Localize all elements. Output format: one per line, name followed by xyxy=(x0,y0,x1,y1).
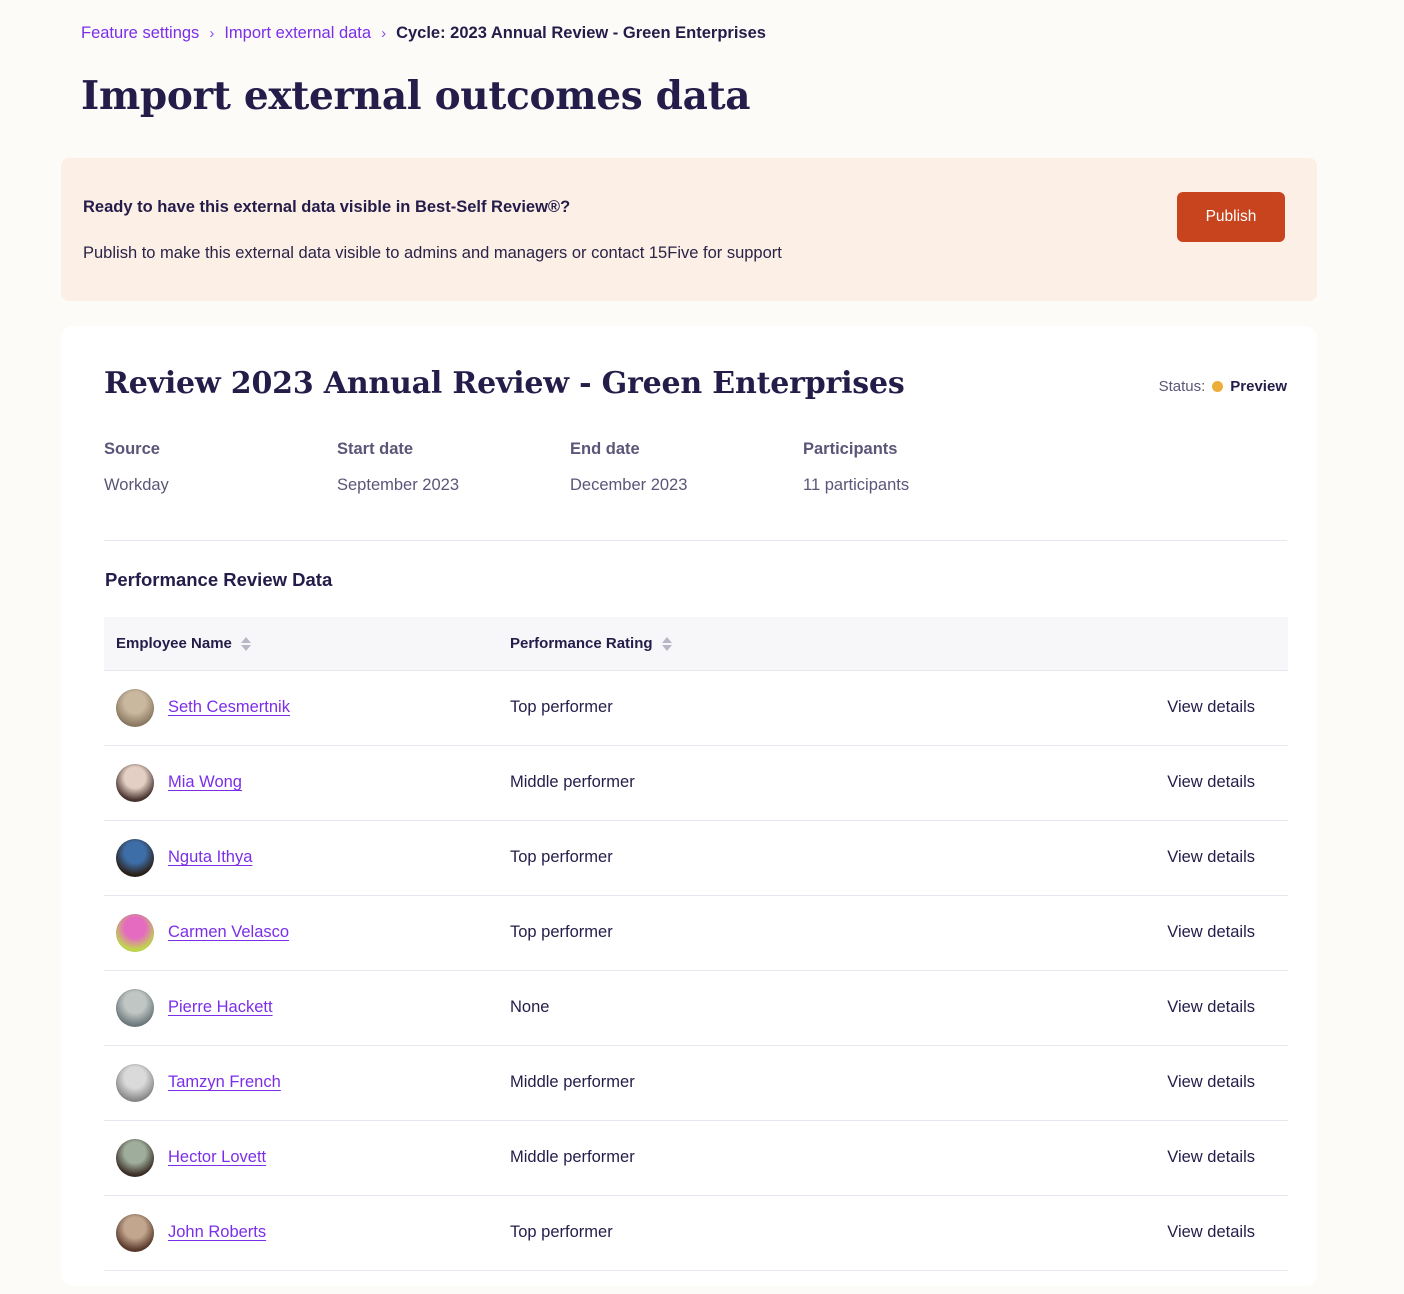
cell-actions: View details xyxy=(1160,1195,1288,1271)
breadcrumb-separator-icon: › xyxy=(209,24,215,42)
cell-actions: View details xyxy=(1160,895,1288,971)
sort-icon[interactable] xyxy=(661,636,672,651)
cell-performance-rating: Middle performer xyxy=(510,1045,1160,1121)
cell-employee-name: Tamzyn French xyxy=(104,1045,510,1121)
table-body: Seth Cesmertnik Top performer View details… xyxy=(104,670,1288,1271)
employee-name-link[interactable]: Nguta Ithya xyxy=(168,848,252,867)
view-details-link[interactable]: View details xyxy=(1167,698,1255,716)
cell-employee-name: Mia Wong xyxy=(104,745,510,821)
column-header-employee-name-label: Employee Name xyxy=(116,635,232,653)
status-dot-icon xyxy=(1212,380,1224,392)
cell-performance-rating: Top performer xyxy=(510,670,1160,746)
sort-icon[interactable] xyxy=(240,636,251,651)
meta-source-value: Workday xyxy=(104,475,169,494)
employee-name-link[interactable]: Seth Cesmertnik xyxy=(168,698,290,717)
cell-employee-name: Pierre Hackett xyxy=(104,970,510,1046)
meta-participants-value: 11 participants xyxy=(803,475,910,494)
meta-source: Source Workday xyxy=(104,440,337,496)
breadcrumb: Feature settings › Import external data … xyxy=(0,0,1404,44)
cell-actions: View details xyxy=(1160,970,1288,1046)
meta-start-date-label: Start date xyxy=(337,439,414,458)
card-title: Review 2023 Annual Review - Green Enterp… xyxy=(104,365,905,401)
table-row: Mia Wong Middle performer View details xyxy=(104,745,1288,821)
column-header-performance-rating-label: Performance Rating xyxy=(510,635,653,653)
cell-employee-name: John Roberts xyxy=(104,1195,510,1271)
view-details-link[interactable]: View details xyxy=(1167,848,1255,866)
table-row: Pierre Hackett None View details xyxy=(104,970,1288,1046)
table-head: Employee Name Performance Rating xyxy=(104,617,1288,671)
view-details-link[interactable]: View details xyxy=(1167,773,1255,791)
breadcrumb-separator-icon: › xyxy=(381,24,387,42)
avatar xyxy=(116,1063,154,1102)
cell-performance-rating: Middle performer xyxy=(510,1120,1160,1196)
cell-actions: View details xyxy=(1160,1120,1288,1196)
view-details-link[interactable]: View details xyxy=(1167,1073,1255,1091)
cell-employee-name: Seth Cesmertnik xyxy=(104,670,510,746)
cell-performance-rating: Top performer xyxy=(510,820,1160,896)
breadcrumb-item-feature-settings[interactable]: Feature settings xyxy=(81,24,199,44)
cell-actions: View details xyxy=(1160,745,1288,821)
status-label: Status: xyxy=(1158,377,1206,395)
view-details-link[interactable]: View details xyxy=(1167,1148,1255,1166)
banner-title: Ready to have this external data visible… xyxy=(83,197,571,216)
column-header-employee-name[interactable]: Employee Name xyxy=(104,617,510,671)
table-section-title: Performance Review Data xyxy=(105,569,333,591)
cell-actions: View details xyxy=(1160,1045,1288,1121)
view-details-link[interactable]: View details xyxy=(1167,998,1255,1016)
avatar xyxy=(116,988,154,1027)
avatar xyxy=(116,1213,154,1252)
cell-actions: View details xyxy=(1160,820,1288,896)
table-row: Carmen Velasco Top performer View details xyxy=(104,895,1288,971)
page-title: Import external outcomes data xyxy=(81,72,751,119)
employee-name-link[interactable]: Tamzyn French xyxy=(168,1073,281,1092)
review-cycle-card: Review 2023 Annual Review - Green Enterp… xyxy=(61,325,1317,1286)
employee-name-link[interactable]: Hector Lovett xyxy=(168,1148,266,1167)
employee-name-link[interactable]: John Roberts xyxy=(168,1223,266,1242)
avatar xyxy=(116,688,154,727)
cell-actions: View details xyxy=(1160,670,1288,746)
avatar xyxy=(116,913,154,952)
avatar xyxy=(116,763,154,802)
meta-source-label: Source xyxy=(104,439,160,458)
employee-name-link[interactable]: Mia Wong xyxy=(168,773,242,792)
table-row: Seth Cesmertnik Top performer View details xyxy=(104,670,1288,746)
publish-button[interactable]: Publish xyxy=(1177,191,1285,242)
cell-employee-name: Nguta Ithya xyxy=(104,820,510,896)
status-value: Preview xyxy=(1230,377,1287,395)
view-details-link[interactable]: View details xyxy=(1167,923,1255,941)
meta-end-date-label: End date xyxy=(570,439,640,458)
table-header-row: Employee Name Performance Rating xyxy=(104,617,1288,671)
meta-start-date-value: September 2023 xyxy=(337,475,460,494)
breadcrumb-item-current-cycle: Cycle: 2023 Annual Review - Green Enterp… xyxy=(396,24,766,42)
meta-participants-label: Participants xyxy=(803,439,898,458)
meta-end-date-value: December 2023 xyxy=(570,475,688,494)
view-details-link[interactable]: View details xyxy=(1167,1223,1255,1241)
table-row: John Roberts Top performer View details xyxy=(104,1195,1288,1271)
column-header-actions xyxy=(1160,617,1288,671)
meta-end-date: End date December 2023 xyxy=(570,440,803,496)
table-row: Nguta Ithya Top performer View details xyxy=(104,820,1288,896)
cell-performance-rating: None xyxy=(510,970,1160,1046)
cell-performance-rating: Middle performer xyxy=(510,745,1160,821)
status-badge: Status: Preview xyxy=(1159,378,1287,395)
avatar xyxy=(116,838,154,877)
cell-performance-rating: Top performer xyxy=(510,895,1160,971)
cell-performance-rating: Top performer xyxy=(510,1195,1160,1271)
breadcrumb-item-import-external-data[interactable]: Import external data xyxy=(224,24,371,44)
table-row: Hector Lovett Middle performer View detail… xyxy=(104,1120,1288,1196)
employee-name-link[interactable]: Pierre Hackett xyxy=(168,998,273,1017)
avatar xyxy=(116,1138,154,1177)
meta-participants: Participants 11 participants xyxy=(803,440,909,496)
table-row: Tamzyn French Middle performer View detail… xyxy=(104,1045,1288,1121)
cell-employee-name: Carmen Velasco xyxy=(104,895,510,971)
publish-banner: Ready to have this external data visible… xyxy=(61,157,1317,301)
cell-employee-name: Hector Lovett xyxy=(104,1120,510,1196)
card-header: Review 2023 Annual Review - Green Enterp… xyxy=(104,366,1287,401)
performance-review-table: Employee Name Performance Rating Seth Ce… xyxy=(104,617,1288,1271)
column-header-performance-rating[interactable]: Performance Rating xyxy=(510,617,1160,671)
employee-name-link[interactable]: Carmen Velasco xyxy=(168,923,289,942)
meta-start-date: Start date September 2023 xyxy=(337,440,570,496)
cycle-metadata: Source Workday Start date September 2023… xyxy=(104,440,1287,542)
banner-subtitle: Publish to make this external data visib… xyxy=(83,244,782,263)
